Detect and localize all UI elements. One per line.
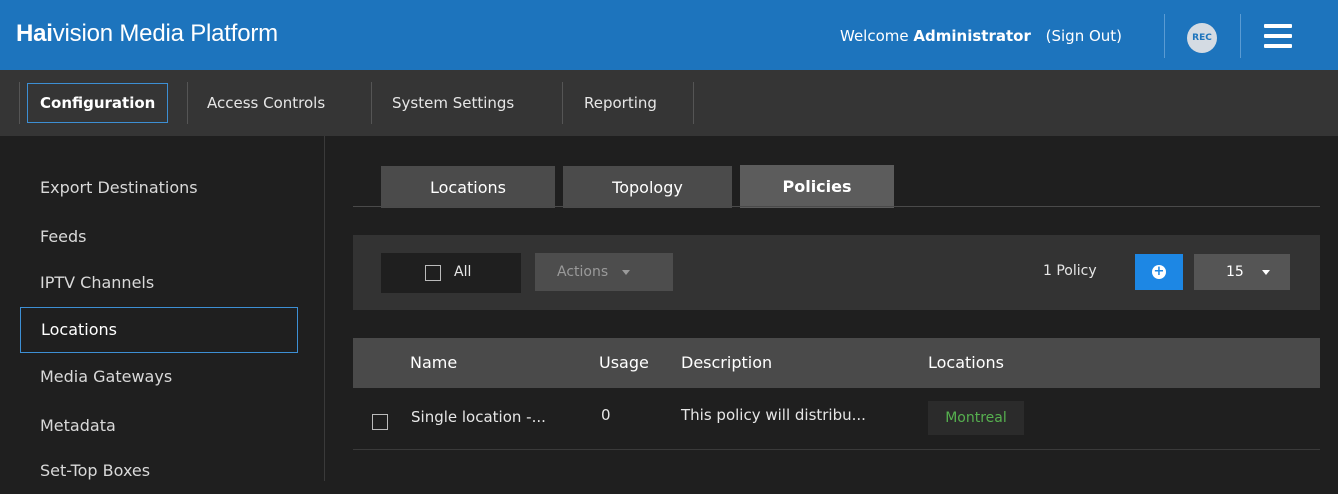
sidebar-item-iptv-channels[interactable]: IPTV Channels	[20, 260, 298, 306]
actions-label: Actions	[557, 264, 609, 280]
location-badge: Montreal	[928, 401, 1024, 435]
select-all-control[interactable]: All	[381, 253, 521, 293]
add-policy-button[interactable]: +	[1135, 254, 1183, 290]
nav-divider	[693, 82, 694, 124]
tab-bar: Locations Topology Policies	[0, 136, 1338, 208]
cell-description: This policy will distribu...	[681, 406, 866, 424]
nav-access-controls[interactable]: Access Controls	[207, 92, 325, 114]
cell-usage: 0	[601, 406, 611, 424]
nav-configuration[interactable]: Configuration	[27, 83, 169, 123]
policy-toolbar: All Actions 1 Policy + 15	[353, 235, 1320, 310]
username: Administrator	[913, 27, 1031, 45]
chevron-down-icon	[622, 269, 631, 275]
nav-divider	[562, 82, 563, 124]
brand-rest: vision Media Platform	[52, 20, 278, 47]
sidebar-item-metadata[interactable]: Metadata	[20, 403, 298, 449]
nav-divider	[371, 82, 372, 124]
rec-icon[interactable]: REC	[1187, 23, 1217, 53]
column-header-name[interactable]: Name	[410, 353, 457, 372]
plus-circle-icon: +	[1152, 264, 1166, 279]
welcome-label: Welcome	[840, 27, 909, 45]
column-header-description[interactable]: Description	[681, 353, 772, 372]
table-row[interactable]: Single location -... 0 This policy will …	[353, 388, 1320, 450]
tab-underline	[353, 206, 1320, 207]
nav-divider	[187, 82, 188, 124]
page-size-value: 15	[1226, 264, 1244, 280]
welcome-text: Welcome Administrator (Sign Out)	[840, 27, 1122, 45]
brand-bold: Hai	[16, 20, 53, 47]
header-divider	[1240, 14, 1241, 58]
sidebar-item-set-top-boxes[interactable]: Set-Top Boxes	[20, 448, 298, 494]
app-logo[interactable]: Haivision Media Platform	[16, 20, 278, 48]
nav-divider	[19, 82, 20, 124]
column-header-usage[interactable]: Usage	[599, 353, 649, 372]
column-header-locations[interactable]: Locations	[928, 353, 1004, 372]
tab-locations[interactable]: Locations	[381, 166, 555, 208]
hamburger-menu-icon[interactable]	[1264, 24, 1292, 48]
select-all-checkbox[interactable]	[425, 265, 441, 281]
nav-reporting[interactable]: Reporting	[584, 92, 657, 114]
app-header: Haivision Media Platform Welcome Adminis…	[0, 0, 1338, 70]
policy-count: 1 Policy	[1043, 263, 1097, 279]
header-divider	[1164, 14, 1165, 58]
chevron-down-icon	[1261, 269, 1270, 275]
sidebar-item-feeds[interactable]: Feeds	[20, 214, 298, 260]
actions-dropdown[interactable]: Actions	[535, 253, 673, 291]
tab-topology[interactable]: Topology	[563, 166, 732, 208]
sidebar-item-media-gateways[interactable]: Media Gateways	[20, 354, 298, 400]
row-checkbox[interactable]	[372, 414, 388, 430]
sign-out-link[interactable]: (Sign Out)	[1046, 27, 1122, 45]
top-nav: Configuration Access Controls System Set…	[0, 70, 1338, 136]
table-header: Name Usage Description Locations	[353, 338, 1320, 388]
select-all-label: All	[454, 264, 472, 280]
nav-system-settings[interactable]: System Settings	[392, 92, 514, 114]
sidebar-item-locations[interactable]: Locations	[20, 307, 298, 353]
page-size-select[interactable]: 15	[1194, 254, 1290, 290]
tab-policies[interactable]: Policies	[740, 165, 894, 208]
cell-name[interactable]: Single location -...	[411, 408, 546, 426]
